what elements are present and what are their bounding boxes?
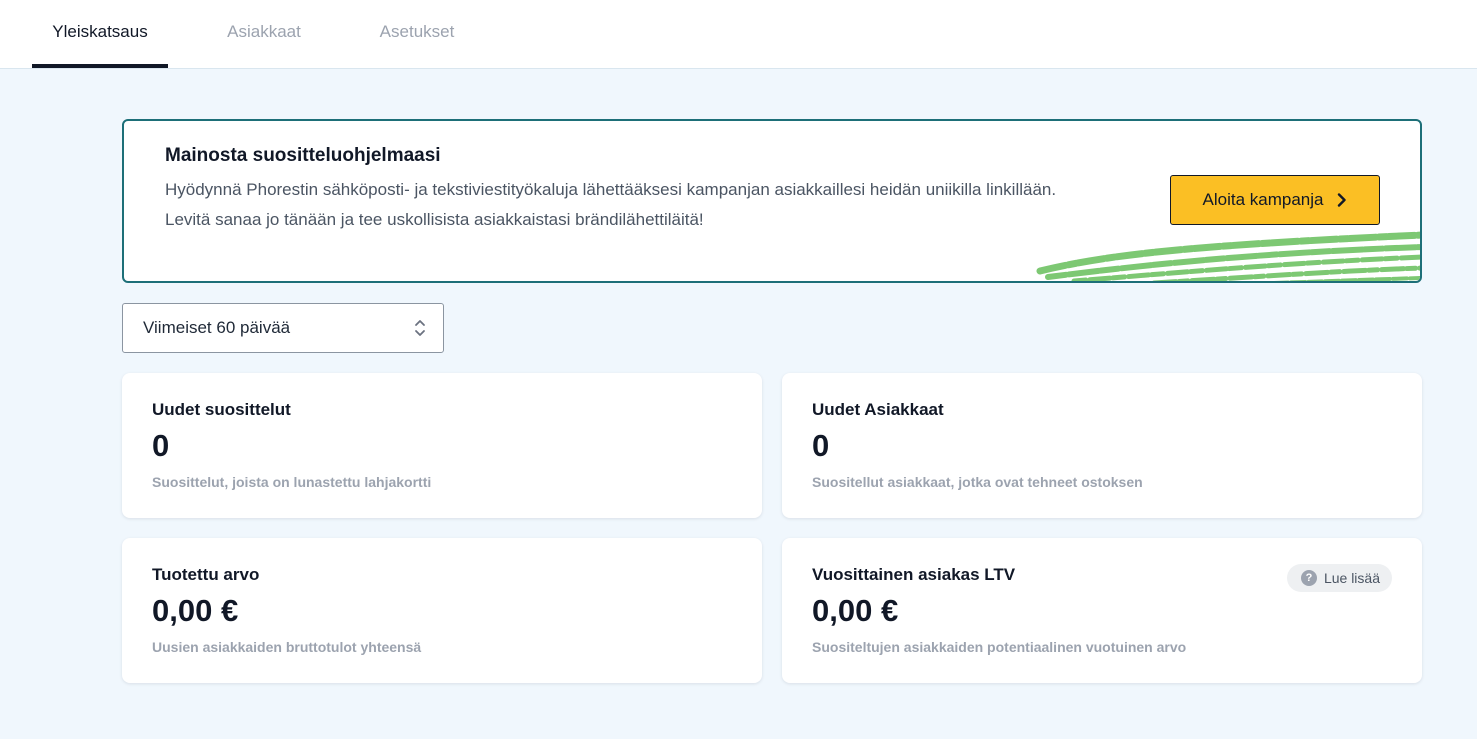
stat-title: Vuosittainen asiakas LTV bbox=[812, 565, 1016, 584]
stat-title: Uudet Asiakkaat bbox=[812, 400, 944, 419]
promo-text-line: Levitä sanaa jo tänään ja tee uskollisis… bbox=[165, 210, 704, 229]
question-circle-icon: ? bbox=[1300, 570, 1317, 586]
stat-value: 0,00 € bbox=[152, 593, 239, 628]
date-range-value: Viimeiset 60 päivää bbox=[143, 318, 291, 337]
start-campaign-button[interactable]: Aloita kampanja bbox=[1170, 175, 1380, 225]
stat-description: Suositellut asiakkaat, jotka ovat tehnee… bbox=[812, 474, 1143, 490]
stat-card-annual-ltv: Vuosittainen asiakas LTV 0,00 € Suositel… bbox=[782, 538, 1422, 683]
promo-banner: Mainosta suositteluohjelmaasi Hyödynnä P… bbox=[122, 119, 1422, 283]
tab-customers[interactable]: Asiakkaat bbox=[209, 0, 319, 68]
chevron-right-icon bbox=[1338, 193, 1347, 207]
learn-more-label: Lue lisää bbox=[1323, 570, 1380, 586]
date-range-select[interactable]: Viimeiset 60 päivää bbox=[122, 303, 444, 353]
promo-title: Mainosta suositteluohjelmaasi bbox=[165, 145, 441, 166]
learn-more-button[interactable]: ? Lue lisää bbox=[1286, 564, 1392, 592]
start-campaign-label: Aloita kampanja bbox=[1202, 190, 1324, 209]
stat-description: Uusien asiakkaiden bruttotulot yhteensä bbox=[152, 639, 422, 655]
tab-bar: Yleiskatsaus Asiakkaat Asetukset bbox=[0, 0, 1477, 69]
promo-text: Hyödynnä Phorestin sähköposti- ja teksti… bbox=[165, 175, 1085, 235]
tab-settings[interactable]: Asetukset bbox=[361, 0, 473, 68]
stat-value: 0,00 € bbox=[812, 593, 899, 628]
promo-text-line: Hyödynnä Phorestin sähköposti- ja teksti… bbox=[165, 180, 1057, 199]
stat-value: 0 bbox=[152, 428, 170, 463]
stat-card-new-referrals: Uudet suosittelut 0 Suosittelut, joista … bbox=[122, 373, 762, 518]
scribble-decoration bbox=[1036, 231, 1420, 281]
stat-card-generated-value: Tuotettu arvo 0,00 € Uusien asiakkaiden … bbox=[122, 538, 762, 683]
tab-overview[interactable]: Yleiskatsaus bbox=[32, 0, 168, 68]
stat-value: 0 bbox=[812, 428, 830, 463]
stat-title: Tuotettu arvo bbox=[152, 565, 260, 584]
stat-description: Suosittelut, joista on lunastettu lahjak… bbox=[152, 474, 432, 490]
up-down-chevron-icon bbox=[415, 320, 425, 336]
stat-card-new-customers: Uudet Asiakkaat 0 Suositellut asiakkaat,… bbox=[782, 373, 1422, 518]
stat-title: Uudet suosittelut bbox=[152, 400, 291, 419]
stat-description: Suositeltujen asiakkaiden potentiaalinen… bbox=[812, 639, 1187, 655]
